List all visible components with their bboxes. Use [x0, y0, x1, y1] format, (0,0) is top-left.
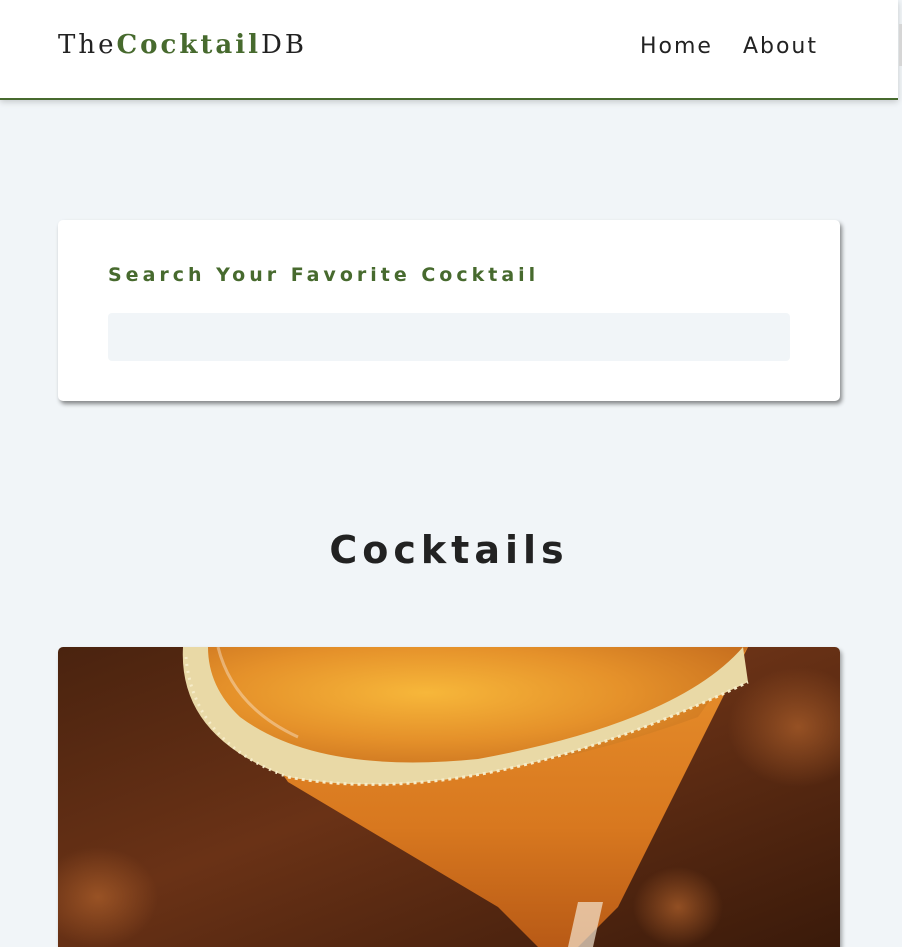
section-title: Cocktails [329, 528, 569, 572]
nav-link-home[interactable]: Home [640, 34, 713, 59]
search-input[interactable] [108, 313, 790, 361]
search-label: Search Your Favorite Cocktail [108, 264, 540, 286]
navbar: TheCocktailDB Home About [0, 0, 898, 100]
nav-links: Home About [640, 34, 818, 59]
cocktail-card[interactable] [58, 647, 840, 947]
logo-accent: Cocktail [116, 30, 261, 60]
logo-suffix: DB [260, 30, 307, 60]
logo-prefix: The [58, 30, 117, 60]
search-form: Search Your Favorite Cocktail [58, 220, 840, 401]
cocktail-image[interactable] [58, 647, 840, 947]
site-logo[interactable]: TheCocktailDB [58, 30, 307, 60]
nav-link-about[interactable]: About [743, 34, 818, 59]
